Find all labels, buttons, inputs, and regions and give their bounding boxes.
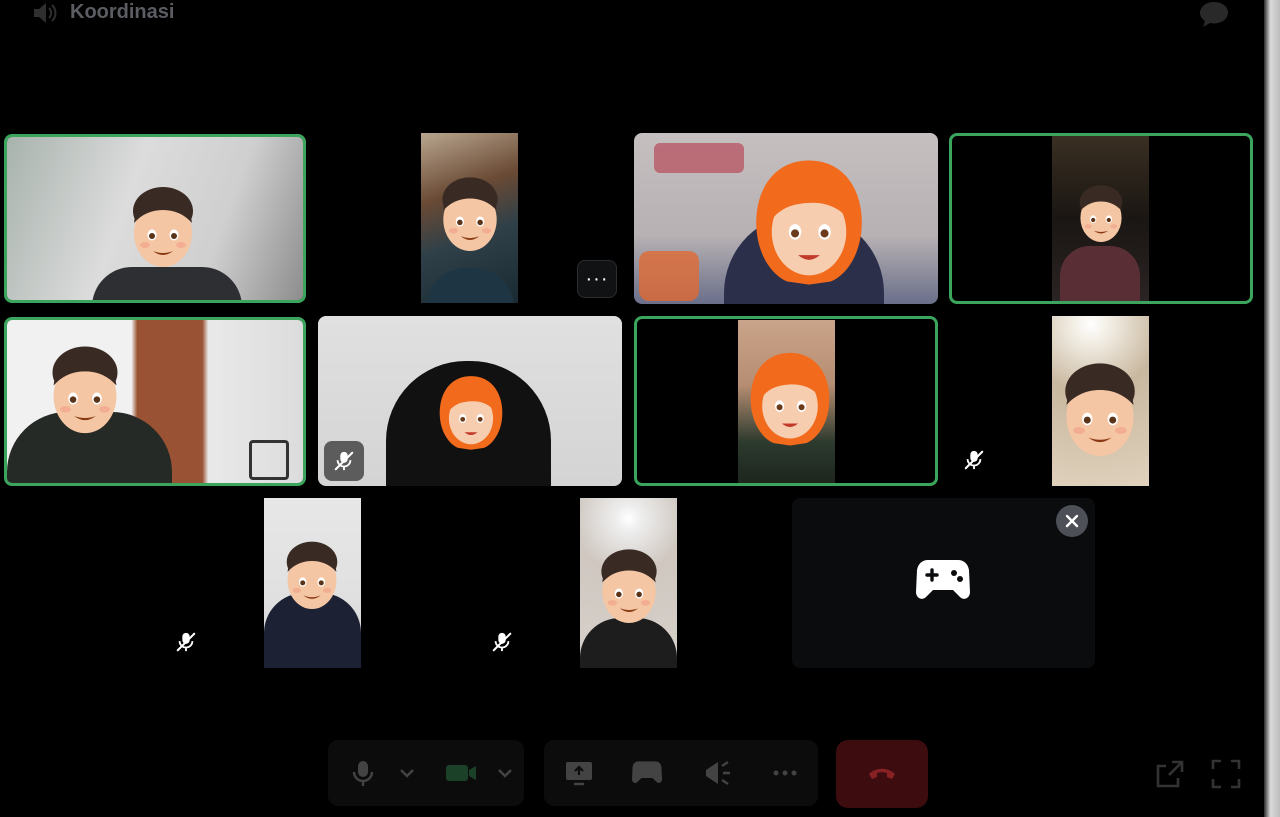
- participant-tile[interactable]: [4, 134, 306, 303]
- participant-tile[interactable]: [421, 133, 518, 303]
- boy-emoji-avatar: [1079, 185, 1123, 242]
- camera-icon[interactable]: [444, 758, 478, 788]
- participant-tile[interactable]: [162, 498, 466, 668]
- soundboard-icon[interactable]: [702, 758, 732, 788]
- girl-hijab-emoji-avatar: [439, 376, 503, 450]
- chat-icon[interactable]: [1198, 0, 1230, 28]
- boy-emoji-avatar: [286, 541, 338, 609]
- activity-controls: [544, 740, 818, 806]
- end-call-button[interactable]: [836, 740, 928, 808]
- muted-badge: [962, 448, 986, 472]
- hangup-icon: [869, 768, 895, 779]
- voice-controls: [328, 740, 524, 806]
- boy-emoji-avatar: [601, 549, 657, 623]
- chevron-down-icon[interactable]: [398, 758, 416, 788]
- muted-badge: [324, 441, 364, 481]
- mic-muted-icon: [492, 631, 512, 653]
- channel-header: Koordinasi: [0, 0, 1264, 28]
- boy-emoji-avatar: [133, 187, 193, 267]
- chevron-down-icon[interactable]: [496, 758, 514, 788]
- tile-more-button[interactable]: ···: [577, 260, 617, 298]
- muted-badge: [174, 630, 198, 654]
- participant-tile[interactable]: [634, 133, 938, 304]
- window-edge: [1264, 0, 1280, 817]
- muted-badge: [490, 630, 514, 654]
- boy-emoji-avatar: [1065, 363, 1135, 456]
- participant-tile[interactable]: [318, 316, 622, 486]
- activity-gamepad-icon[interactable]: [632, 758, 662, 788]
- boy-emoji-avatar: [52, 346, 118, 434]
- speaker-icon: [34, 3, 57, 23]
- more-horizontal-icon: ···: [585, 267, 609, 290]
- participant-tile[interactable]: [4, 317, 306, 486]
- boy-emoji-avatar: [442, 177, 498, 251]
- channel-name: Koordinasi: [70, 1, 175, 23]
- mic-muted-icon: [334, 450, 354, 472]
- screen-share-icon[interactable]: [564, 758, 594, 788]
- gamepad-icon: [916, 560, 970, 599]
- activity-tile[interactable]: [792, 498, 1095, 668]
- close-button[interactable]: [1056, 505, 1088, 537]
- participant-tile[interactable]: [950, 316, 1252, 486]
- close-icon: [1065, 514, 1079, 528]
- mic-muted-icon: [964, 449, 984, 471]
- girl-hijab-emoji-avatar: [756, 160, 862, 285]
- participant-tile[interactable]: [634, 316, 938, 486]
- participant-tile[interactable]: [949, 133, 1253, 304]
- mic-muted-icon: [176, 631, 196, 653]
- fullscreen-icon[interactable]: [1210, 758, 1242, 790]
- more-horizontal-icon[interactable]: [770, 758, 800, 788]
- microphone-icon[interactable]: [348, 758, 378, 788]
- girl-hijab-emoji-avatar: [750, 352, 830, 446]
- popout-icon[interactable]: [1154, 758, 1186, 790]
- participant-tile[interactable]: [478, 498, 782, 668]
